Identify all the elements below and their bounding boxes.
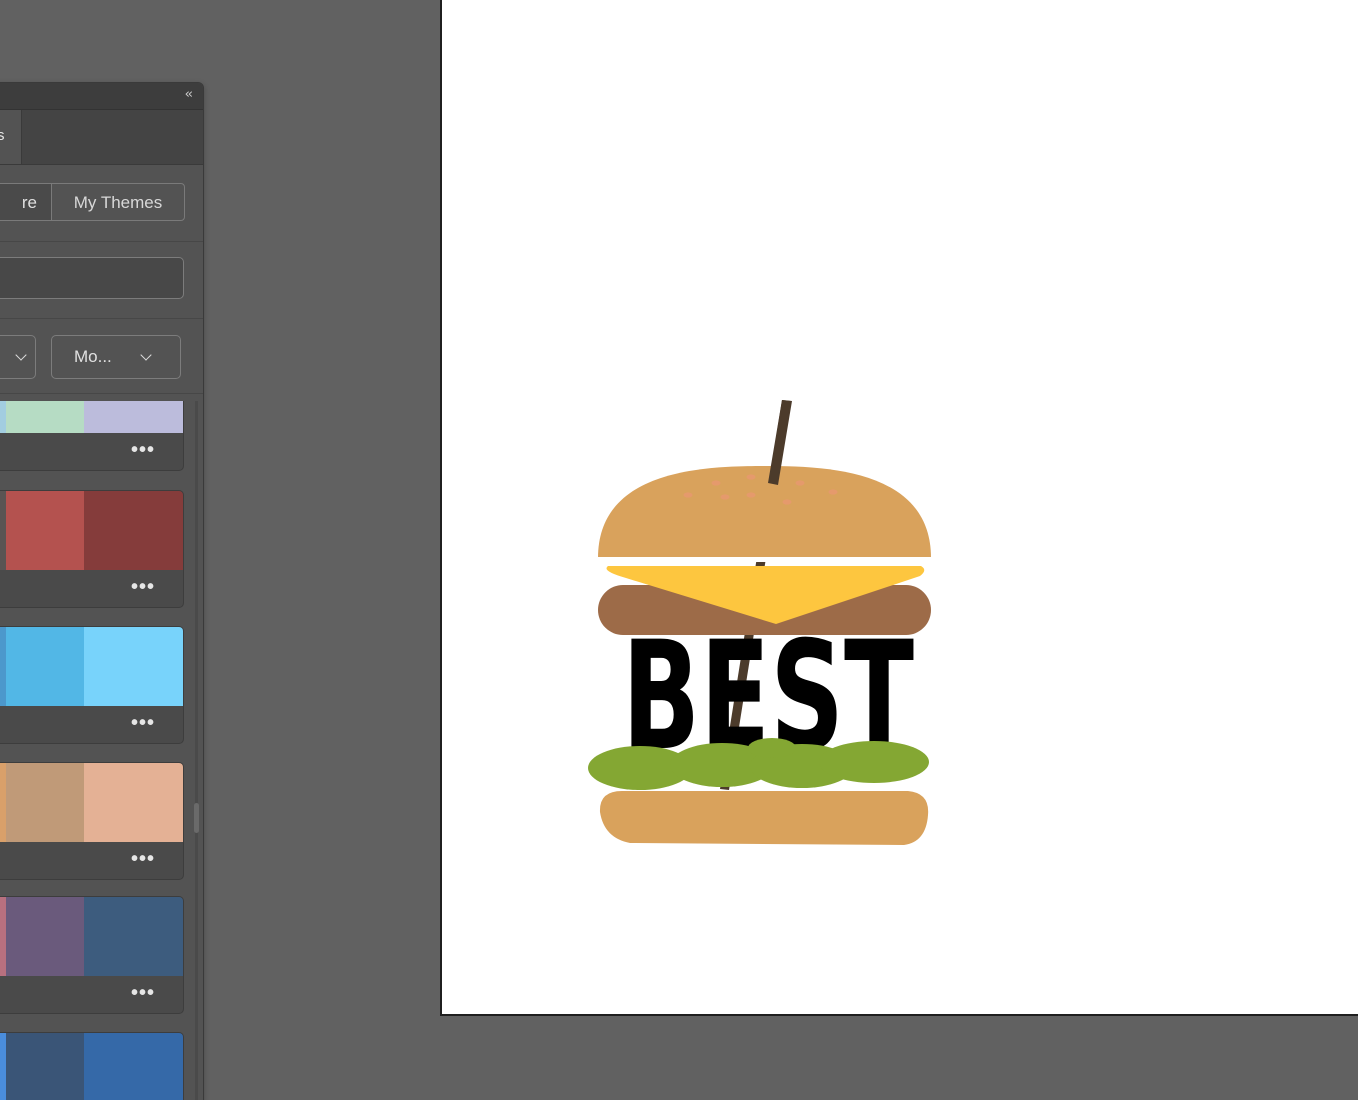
my-themes-toggle-label: My Themes xyxy=(73,193,163,212)
theme-card[interactable]: ••• xyxy=(0,762,184,880)
theme-swatches xyxy=(0,491,183,570)
my-themes-toggle[interactable]: My Themes xyxy=(51,183,185,221)
top-bun xyxy=(598,466,931,558)
more-options-icon[interactable]: ••• xyxy=(131,848,155,871)
burger-artwork[interactable]: BEST xyxy=(442,0,1358,1018)
sesame-seed xyxy=(782,499,792,505)
sort-dropdown-label: Mo... xyxy=(74,347,112,366)
divider xyxy=(0,318,203,319)
swatch xyxy=(6,763,84,842)
swatch xyxy=(84,1033,183,1100)
divider xyxy=(0,393,203,394)
sesame-seed xyxy=(746,492,756,498)
chevron-down-icon xyxy=(140,349,152,361)
tab-themes-label: s xyxy=(0,127,5,144)
themes-list: ••• ••• ••• ••• ••• xyxy=(0,401,203,1100)
bottom-bun xyxy=(599,791,929,845)
more-options-icon[interactable]: ••• xyxy=(131,982,155,1005)
panel-tab-bar: s xyxy=(0,110,203,165)
swatch xyxy=(84,401,183,433)
sesame-seed xyxy=(683,492,693,498)
theme-card[interactable]: ••• xyxy=(0,490,184,608)
theme-swatches xyxy=(0,897,183,976)
filter-dropdown[interactable] xyxy=(0,335,36,379)
sesame-seed xyxy=(828,489,838,495)
sesame-seed xyxy=(720,494,730,500)
artboard[interactable]: BEST xyxy=(440,0,1358,1016)
swatch xyxy=(6,897,84,976)
scrollbar-thumb[interactable] xyxy=(194,803,199,833)
scrollbar-track[interactable] xyxy=(195,401,198,1100)
explore-toggle[interactable]: re xyxy=(0,183,52,221)
swatch xyxy=(6,491,84,570)
theme-swatches xyxy=(0,763,183,842)
explore-toggle-label: re xyxy=(21,193,37,212)
swatch xyxy=(84,897,183,976)
color-themes-panel: ‹‹ s re My Themes Mo... xyxy=(0,82,204,1100)
swatch xyxy=(6,627,84,706)
swatch xyxy=(84,627,183,706)
panel-header: ‹‹ xyxy=(0,83,203,110)
collapse-panel-icon[interactable]: ‹‹ xyxy=(185,87,194,102)
sesame-seed xyxy=(795,480,805,486)
more-options-icon[interactable]: ••• xyxy=(131,439,155,462)
bun-shadow-gap xyxy=(598,557,931,562)
search-input[interactable] xyxy=(0,257,184,299)
theme-swatches xyxy=(0,1033,183,1100)
more-options-icon[interactable]: ••• xyxy=(131,712,155,735)
more-options-icon[interactable]: ••• xyxy=(131,576,155,599)
swatch xyxy=(84,491,183,570)
theme-card[interactable]: ••• xyxy=(0,896,184,1014)
theme-card[interactable]: ••• xyxy=(0,626,184,744)
swatch xyxy=(6,1033,84,1100)
theme-card[interactable]: ••• xyxy=(0,1032,184,1100)
divider xyxy=(0,241,203,242)
sesame-seed xyxy=(746,474,756,480)
app-window: ‹‹ s re My Themes Mo... xyxy=(0,0,1358,1100)
sort-dropdown[interactable]: Mo... xyxy=(51,335,181,379)
tab-themes[interactable]: s xyxy=(0,110,22,164)
chevron-down-icon xyxy=(15,349,27,361)
theme-swatches xyxy=(0,401,183,433)
swatch xyxy=(6,401,84,433)
theme-card[interactable]: ••• xyxy=(0,401,184,471)
swatch xyxy=(84,763,183,842)
theme-swatches xyxy=(0,627,183,706)
sesame-seed xyxy=(711,480,721,486)
